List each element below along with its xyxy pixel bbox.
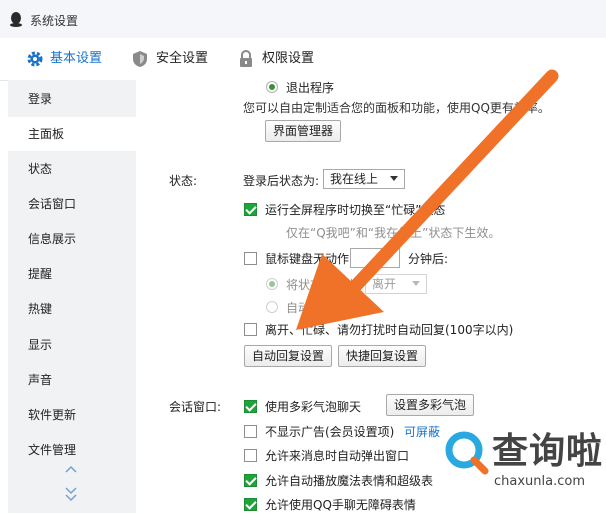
watermark-cn: 查询啦 — [492, 431, 604, 472]
sidebar-item-sound[interactable]: 声音 — [8, 363, 136, 397]
no-ads-link[interactable]: 可屏蔽 — [404, 423, 440, 440]
tab-basic-label: 基本设置 — [50, 51, 103, 66]
watermark-logo: 查询啦 chaxunla.com — [436, 418, 606, 513]
no-ads-checkbox[interactable] — [244, 425, 257, 438]
window-title: 系统设置 — [30, 14, 79, 28]
sidebar-item-reminder[interactable]: 提醒 — [8, 257, 136, 291]
auto-reply-label: 离开、忙碌、请勿打扰时自动回复(100字以内) — [265, 323, 514, 337]
tab-bar: 基本设置 安全设置 权限设置 — [0, 38, 606, 108]
no-ads-label: 不显示广告(会员设置项) — [265, 425, 395, 439]
idle-unit-label: 分钟后: — [408, 252, 449, 266]
login-status-label: 登录后状态为: — [243, 174, 320, 188]
auto-popup-checkbox[interactable] — [244, 449, 257, 462]
watermark-en: chaxunla.com — [494, 474, 585, 489]
settings-window: 系统设置 基本设置 安全设置 权限设置 搜索设置项 登录 主面板 状态 会话窗口… — [0, 0, 606, 513]
hand-emoji-checkbox[interactable] — [244, 498, 257, 511]
sidebar-item-login[interactable]: 登录 — [8, 82, 136, 116]
login-status-value: 我在线上 — [330, 172, 379, 186]
bubble-chat-checkbox[interactable] — [244, 400, 257, 413]
sidebar-item-info-display[interactable]: 信息展示 — [8, 222, 136, 256]
sidebar: 登录 主面板 状态 会话窗口 信息展示 提醒 热键 显示 声音 软件更新 文件管… — [8, 80, 136, 513]
chevron-down-icon — [412, 281, 420, 286]
idle-checkbox[interactable] — [244, 252, 257, 265]
tab-security-settings[interactable]: 安全设置 — [132, 38, 212, 80]
idle-lock-qq-label: 自动锁定QQ — [286, 301, 353, 315]
auto-reply-checkbox[interactable] — [244, 323, 257, 336]
qq-logo-icon — [10, 12, 22, 27]
sidebar-item-hotkey[interactable]: 热键 — [8, 292, 136, 326]
login-status-select[interactable]: 我在线上 — [323, 169, 405, 189]
bubble-chat-label: 使用多彩气泡聊天 — [265, 400, 362, 414]
tab-basic-settings[interactable]: 基本设置 — [26, 38, 106, 80]
idle-minutes-stepper[interactable] — [350, 248, 400, 268]
status-section-label: 状态: — [169, 174, 198, 188]
idle-label: 鼠标键盘无动作 — [265, 252, 350, 266]
exit-program-label: 退出程序 — [286, 81, 335, 95]
chevron-down-icon — [390, 176, 398, 181]
auto-popup-label: 允许来消息时自动弹出窗口 — [265, 449, 410, 463]
sidebar-item-main-panel[interactable]: 主面板 — [8, 117, 136, 151]
auto-reply-settings-button[interactable]: 自动回复设置 — [244, 345, 333, 367]
panel-description: 您可以自由定制适合您的面板和功能，使用QQ更有效率。 — [243, 101, 550, 115]
lock-icon — [240, 50, 252, 67]
title-bar: 系统设置 — [0, 0, 606, 38]
interface-manager-button[interactable]: 界面管理器 — [265, 120, 342, 142]
bubble-settings-button[interactable]: 设置多彩气泡 — [386, 394, 475, 416]
fullscreen-busy-note: 仅在“Q我吧”和“我在线上”状态下生效。 — [286, 226, 501, 240]
fullscreen-busy-label: 运行全屏程序时切换至“忙碌”状态 — [265, 203, 446, 217]
exit-program-radio[interactable] — [266, 81, 278, 93]
magic-emoji-checkbox[interactable] — [244, 474, 257, 487]
tab-permission-settings[interactable]: 权限设置 — [238, 38, 318, 80]
idle-status-value: 离开 — [372, 277, 397, 291]
sidebar-item-display[interactable]: 显示 — [8, 328, 136, 362]
sidebar-item-status[interactable]: 状态 — [8, 152, 136, 186]
quick-reply-settings-button[interactable]: 快捷回复设置 — [338, 345, 427, 367]
sidebar-item-software-update[interactable]: 软件更新 — [8, 398, 136, 432]
idle-lock-qq-radio[interactable] — [266, 301, 278, 313]
idle-switch-status-label: 将状态切换为 — [286, 278, 359, 292]
magnifier-logo-icon — [445, 431, 489, 475]
session-section-label: 会话窗口: — [169, 400, 222, 414]
tab-permission-label: 权限设置 — [262, 51, 315, 66]
idle-status-select[interactable]: 离开 — [365, 274, 427, 294]
idle-switch-status-radio[interactable] — [266, 278, 278, 290]
tab-security-label: 安全设置 — [156, 51, 209, 66]
gear-icon — [27, 51, 43, 67]
hand-emoji-label: 允许使用QQ手聊无障碍表情 — [265, 498, 416, 512]
sidebar-item-session-window[interactable]: 会话窗口 — [8, 187, 136, 221]
magic-emoji-label: 允许自动播放魔法表情和超级表 — [265, 474, 434, 488]
sidebar-scroll-arrows-icon[interactable] — [64, 462, 78, 502]
shield-icon — [133, 51, 147, 67]
fullscreen-busy-checkbox[interactable] — [244, 203, 257, 216]
